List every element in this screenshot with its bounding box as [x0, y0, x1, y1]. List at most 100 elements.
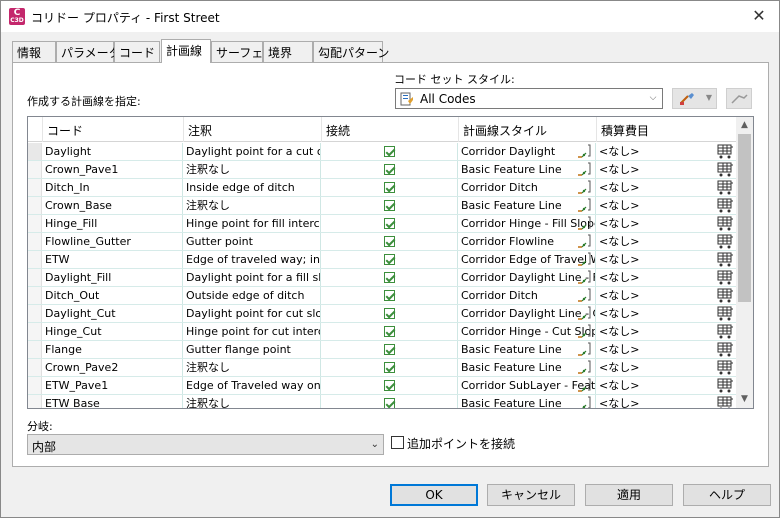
close-icon[interactable]: ✕ [749, 6, 769, 26]
table-row[interactable]: Hinge_Fill Hinge point for fill interc...… [28, 215, 737, 233]
table-row[interactable]: ETWEdge of traveled way; ins... Corridor … [28, 251, 737, 269]
pay-item-cart-icon[interactable] [717, 144, 734, 159]
cell-description[interactable]: 注釈なし [183, 395, 321, 408]
row-selector[interactable] [28, 251, 42, 268]
connect-checkbox[interactable] [384, 218, 395, 229]
connect-checkbox[interactable] [384, 254, 395, 265]
cell-feature-line-style[interactable]: Corridor Daylight Line - Cut [458, 305, 596, 322]
cell-pay-item[interactable]: <なし> [596, 395, 737, 408]
style-pick-icon[interactable] [577, 252, 593, 267]
tab-surfaces[interactable]: サーフェス [211, 41, 275, 62]
cell-pay-item[interactable]: <なし> [596, 323, 737, 340]
connect-checkbox[interactable] [384, 308, 395, 319]
style-pick-icon[interactable] [577, 216, 593, 231]
cell-description[interactable]: Gutter flange point [183, 341, 321, 358]
table-row[interactable]: Flowline_Gutter Gutter point Corridor Flow… [28, 233, 737, 251]
cell-pay-item[interactable]: <なし> [596, 215, 737, 232]
cell-feature-line-style[interactable]: Corridor Edge of Travel Way [458, 251, 596, 268]
style-pick-icon[interactable] [577, 234, 593, 249]
scroll-up-icon[interactable]: ▲ [736, 117, 753, 134]
connect-checkbox[interactable] [384, 200, 395, 211]
row-selector[interactable] [28, 269, 42, 286]
pay-item-cart-icon[interactable] [717, 342, 734, 357]
connect-checkbox[interactable] [384, 380, 395, 391]
connect-extra-points-checkbox[interactable] [391, 436, 404, 449]
pay-item-cart-icon[interactable] [717, 180, 734, 195]
column-header-description[interactable]: 注釈 [183, 117, 321, 142]
row-selector[interactable] [28, 215, 42, 232]
pay-item-cart-icon[interactable] [717, 396, 734, 408]
style-pick-icon[interactable] [577, 324, 593, 339]
tab-parameters[interactable]: パラメータ [56, 41, 121, 62]
cell-feature-line-style[interactable]: Basic Feature Line [458, 395, 596, 408]
table-row[interactable]: Crown_Pave2 注釈なし Basic Feature Line <なし> [28, 359, 737, 377]
connect-checkbox[interactable] [384, 272, 395, 283]
table-row[interactable]: Crown_Base 注釈なし Basic Feature Line <なし> [28, 197, 737, 215]
row-selector[interactable] [28, 377, 42, 394]
style-pick-icon[interactable] [577, 378, 593, 393]
cell-feature-line-style[interactable]: Corridor Daylight [458, 143, 596, 160]
branch-select[interactable]: 内部 ⌄ [27, 434, 384, 455]
cell-feature-line-style[interactable]: Corridor Hinge - Cut Slope [458, 323, 596, 340]
cell-description[interactable]: Daylight point for a fill sl... [183, 269, 321, 286]
row-selector[interactable] [28, 395, 42, 408]
pay-item-cart-icon[interactable] [717, 270, 734, 285]
connect-checkbox[interactable] [384, 326, 395, 337]
cell-feature-line-style[interactable]: Basic Feature Line [458, 197, 596, 214]
style-pick-icon[interactable] [577, 360, 593, 375]
cell-description[interactable]: 注釈なし [183, 197, 321, 214]
cell-pay-item[interactable]: <なし> [596, 233, 737, 250]
connect-checkbox[interactable] [384, 344, 395, 355]
connect-checkbox[interactable] [384, 146, 395, 157]
connect-checkbox[interactable] [384, 362, 395, 373]
tab-codes[interactable]: コード [114, 41, 160, 62]
cell-pay-item[interactable]: <なし> [596, 377, 737, 394]
pay-item-cart-icon[interactable] [717, 378, 734, 393]
cell-pay-item[interactable]: <なし> [596, 251, 737, 268]
row-selector[interactable] [28, 161, 42, 178]
cell-feature-line-style[interactable]: Corridor SubLayer - Feature [458, 377, 596, 394]
vertical-scrollbar[interactable]: ▲ ▼ [736, 117, 753, 408]
row-selector[interactable] [28, 359, 42, 376]
cell-description[interactable]: Hinge point for cut interc... [183, 323, 321, 340]
style-pick-icon[interactable] [577, 342, 593, 357]
style-pick-icon[interactable] [577, 306, 593, 321]
table-row[interactable]: Crown_Pave1 注釈なし Basic Feature Line <なし> [28, 161, 737, 179]
scroll-down-icon[interactable]: ▼ [736, 391, 753, 408]
connect-checkbox[interactable] [384, 164, 395, 175]
pick-style-button[interactable] [726, 88, 752, 109]
pay-item-cart-icon[interactable] [717, 162, 734, 177]
style-pick-icon[interactable] [577, 144, 593, 159]
ok-button[interactable]: OK [390, 484, 478, 506]
pay-item-cart-icon[interactable] [717, 324, 734, 339]
style-pick-icon[interactable] [577, 162, 593, 177]
tab-boundaries[interactable]: 境界 [263, 41, 313, 62]
connect-checkbox[interactable] [384, 236, 395, 247]
cell-feature-line-style[interactable]: Corridor Daylight Line - Fill [458, 269, 596, 286]
cell-pay-item[interactable]: <なし> [596, 359, 737, 376]
cell-pay-item[interactable]: <なし> [596, 197, 737, 214]
style-pick-icon[interactable] [577, 396, 593, 408]
column-header-pay-item[interactable]: 積算費目 [596, 117, 737, 142]
row-selector[interactable] [28, 197, 42, 214]
table-row[interactable]: Flange Gutter flange point Basic Feature L… [28, 341, 737, 359]
edit-style-button[interactable]: ▼ [672, 88, 717, 109]
tab-info[interactable]: 情報 [12, 41, 56, 62]
row-selector[interactable] [28, 233, 42, 250]
cell-feature-line-style[interactable]: Basic Feature Line [458, 341, 596, 358]
cell-feature-line-style[interactable]: Basic Feature Line [458, 359, 596, 376]
connect-checkbox[interactable] [384, 290, 395, 301]
column-header-feature-line-style[interactable]: 計画線スタイル [458, 117, 596, 142]
column-header-code[interactable]: コード [42, 117, 183, 142]
style-pick-icon[interactable] [577, 288, 593, 303]
help-button[interactable]: ヘルプ [683, 484, 771, 506]
cell-pay-item[interactable]: <なし> [596, 161, 737, 178]
cell-description[interactable]: Daylight point for cut slo... [183, 305, 321, 322]
pay-item-cart-icon[interactable] [717, 288, 734, 303]
cell-description[interactable]: 注釈なし [183, 359, 321, 376]
style-pick-icon[interactable] [577, 180, 593, 195]
row-selector[interactable] [28, 179, 42, 196]
cell-feature-line-style[interactable]: Corridor Hinge - Fill Slope [458, 215, 596, 232]
pay-item-cart-icon[interactable] [717, 216, 734, 231]
connect-checkbox[interactable] [384, 182, 395, 193]
